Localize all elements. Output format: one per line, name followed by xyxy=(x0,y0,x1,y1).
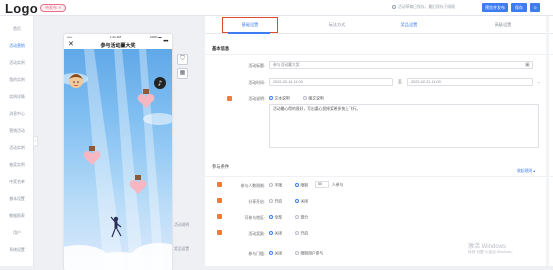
sidebar-item-system[interactable]: 系统设置 xyxy=(0,247,34,253)
sidebar-collapse-handle[interactable]: ‹ xyxy=(34,136,38,146)
phone-preview: ••••• 1:21 AM 100% ▬ ✕ 参与活动赢大奖 ••• ♪ xyxy=(64,34,172,270)
more-button[interactable]: ⊙ xyxy=(530,3,540,12)
save-hint: 活动草稿已保存，最后保存于刚刚 xyxy=(392,5,455,10)
status-badge[interactable]: 待发布 ✕ xyxy=(40,4,67,12)
save-button[interactable]: 保存 xyxy=(511,3,527,12)
phone-time: 1:21 AM xyxy=(110,35,122,39)
settings-panel: 基础设置 玩法方式 奖品设置 高级设置 基本信息 活动标题: 参与活动赢大奖 ▣… xyxy=(205,16,553,266)
svg-text:♪: ♪ xyxy=(158,80,162,88)
sidebar-item-instances-2[interactable]: 活动实例 xyxy=(0,145,34,151)
active-tab-indicator xyxy=(228,32,270,34)
phone-label-desc[interactable]: 活动说明 xyxy=(174,223,189,228)
participant-limit-field[interactable]: 50 xyxy=(315,181,329,188)
sidebar-item-users[interactable]: 用户 xyxy=(0,230,34,236)
phone-label-prize[interactable]: 奖品设置 xyxy=(174,247,189,252)
music-icon[interactable]: ♪ xyxy=(154,77,166,89)
participant-limit-on[interactable]: 限制 xyxy=(295,183,308,189)
sidebar-item-my-instances[interactable]: 我的实例 xyxy=(0,77,34,83)
grid-icon[interactable]: ▦ xyxy=(177,68,188,79)
more-options-icon[interactable]: ••• xyxy=(163,39,168,45)
section-title-rules: 参与条件 xyxy=(212,164,230,169)
settings-tabs: 基础设置 玩法方式 奖品设置 高级设置 xyxy=(205,16,553,34)
game-scene: ♪ xyxy=(64,49,172,270)
sidebar-item-reports[interactable]: 数据报表 xyxy=(0,213,34,219)
sidebar-item-lottery[interactable]: 抽奖实例 xyxy=(0,162,34,168)
region-option-partial[interactable]: 部分 xyxy=(295,215,308,221)
sidebar-item-instance-detail[interactable]: 实例详情 xyxy=(0,94,34,100)
participant-limit-none[interactable]: 不限 xyxy=(269,183,282,189)
threshold-label: 参与门槛: xyxy=(248,251,265,256)
end-time-field[interactable]: 2022-02-21 11:00 xyxy=(407,78,533,86)
reward-option-on[interactable]: 开启 xyxy=(295,231,308,237)
threshold-option-off[interactable]: 关闭 xyxy=(269,251,282,257)
activity-name-field[interactable]: 参与活动赢大奖 xyxy=(269,61,533,69)
region-option-all[interactable]: 全部 xyxy=(269,215,282,221)
avatar xyxy=(69,74,83,88)
share-option-on[interactable]: 开启 xyxy=(269,199,282,205)
phone-preview-area: ••••• 1:21 AM 100% ▬ ✕ 参与活动赢大奖 ••• ♪ ⛉ ▦ xyxy=(58,16,198,270)
tab-prize-settings[interactable]: 奖品设置 xyxy=(381,22,437,28)
sidebar-item-winners[interactable]: 中奖名单 xyxy=(0,179,34,185)
collapse-rules-link[interactable]: 收起规则 ▴ xyxy=(517,168,535,174)
battery-indicator: 100% ▬ xyxy=(150,35,162,39)
divider xyxy=(205,176,553,177)
app-logo: Logo xyxy=(5,1,38,16)
region-label: 可参与地区: xyxy=(244,215,265,220)
share-option-off[interactable]: 关闭 xyxy=(295,199,308,205)
tab-play-mode[interactable]: 玩法方式 xyxy=(309,22,365,28)
activity-desc-textarea[interactable]: 活动最心得的很好，写出要心投掉奖希多快上飞行。 xyxy=(269,104,539,148)
sidebar-item-activity-instances[interactable]: 活动实例 xyxy=(0,60,34,66)
watermark-subtitle: 转到"设置"以激活 Windows。 xyxy=(468,250,515,254)
watermark-title: 激活 Windows xyxy=(468,244,507,250)
tab-advanced-settings[interactable]: 高级设置 xyxy=(475,22,531,28)
phone-page-title: 参与活动赢大奖 xyxy=(100,43,136,49)
start-time-field[interactable]: 2022-02-14 11:00 xyxy=(269,78,393,86)
shirt-icon[interactable]: ⛉ xyxy=(177,54,188,65)
image-icon[interactable]: ▣ xyxy=(525,62,530,68)
participant-limit-unit: 人参与 xyxy=(332,183,344,187)
info-icon xyxy=(392,5,396,9)
signal-indicator: ••••• xyxy=(67,35,73,39)
windows-activation-watermark: 激活 Windows 转到"设置"以激活 Windows。 xyxy=(468,241,515,255)
section-title-basic: 基本信息 xyxy=(212,46,230,51)
sidebar: 首页 活动营销 活动实例 我的实例 实例详情 消息中心 营销活动 活动实例 抽奖… xyxy=(0,16,34,266)
tab-basic-settings[interactable]: 基础设置 xyxy=(222,22,278,28)
reward-label: 活动奖励: xyxy=(248,231,265,236)
reward-option-off[interactable]: 关闭 xyxy=(269,231,282,237)
preview-publish-button[interactable]: 预览并发布 xyxy=(482,3,508,12)
sidebar-item-activity-marketing[interactable]: 活动营销 xyxy=(0,43,34,49)
phone-title-bar: ✕ 参与活动赢大奖 ••• xyxy=(64,39,172,49)
desc-option-image[interactable]: 图文说明 xyxy=(303,96,324,102)
heart-balloon xyxy=(137,89,155,108)
threshold-option-limit[interactable]: 限制用户参与 xyxy=(295,251,323,257)
time-separator: 至 xyxy=(398,79,402,84)
activity-desc-label: 活动说明: xyxy=(248,96,265,101)
participant-limit-label: 参与人数限制: xyxy=(240,183,265,188)
sidebar-item-home[interactable]: 首页 xyxy=(0,26,34,32)
sidebar-item-marketing[interactable]: 营销活动 xyxy=(0,128,34,134)
divider xyxy=(205,54,553,55)
preview-tools: ⛉ ▦ xyxy=(177,54,188,82)
share-label: 分享开启: xyxy=(248,199,265,204)
game-scene-art: ♪ xyxy=(64,49,172,270)
desc-option-text[interactable]: 文本说明 xyxy=(269,96,290,102)
activity-time-label: 活动时间: xyxy=(248,80,265,85)
top-bar: Logo 待发布 ✕ 活动草稿已保存，最后保存于刚刚 预览并发布 保存 ⊙ xyxy=(0,0,553,16)
save-hint-text: 活动草稿已保存，最后保存于刚刚 xyxy=(398,5,455,9)
chevron-down-icon[interactable]: ⌄ xyxy=(537,79,540,84)
scrollbar[interactable] xyxy=(546,16,549,266)
activity-name-label: 活动标题: xyxy=(248,63,265,68)
sidebar-item-basic-settings[interactable]: 基本设置 xyxy=(0,196,34,202)
sidebar-item-messages[interactable]: 消息中心 xyxy=(0,111,34,117)
